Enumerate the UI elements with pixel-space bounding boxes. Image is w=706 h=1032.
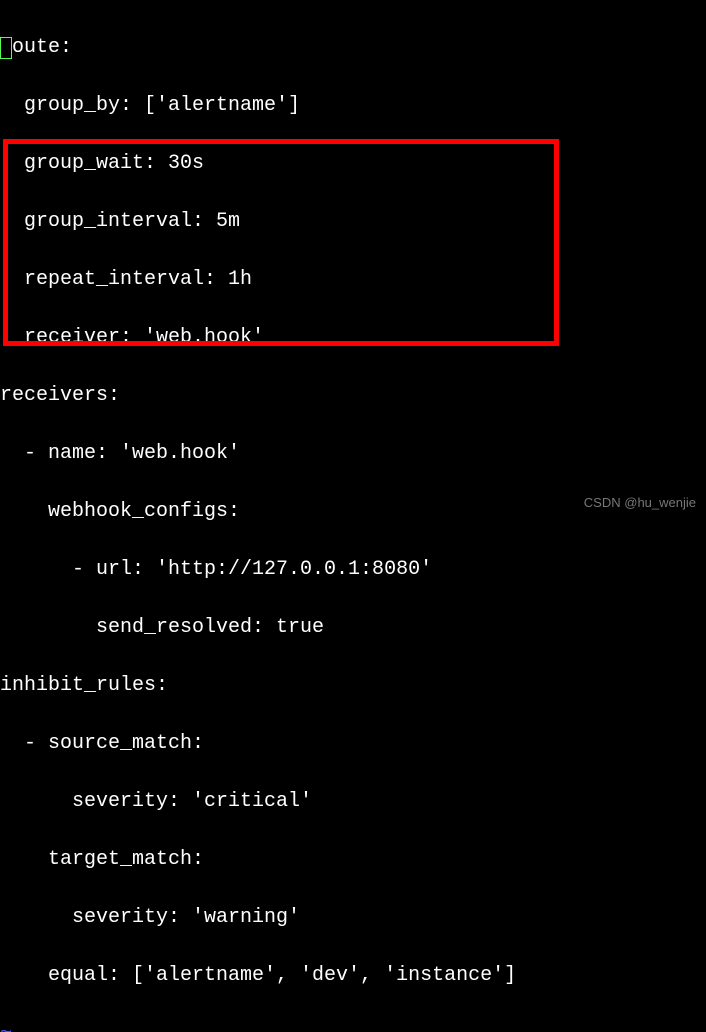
code-line: inhibit_rules: [0,671,706,700]
code-line: receivers: [0,381,706,410]
code-line: severity: 'warning' [0,903,706,932]
code-line: oute: [0,33,706,62]
watermark-text: CSDN @hu_wenjie [584,495,696,510]
code-line: group_wait: 30s [0,149,706,178]
code-line: group_interval: 5m [0,207,706,236]
code-line: receiver: 'web.hook' [0,323,706,352]
code-line: - url: 'http://127.0.0.1:8080' [0,555,706,584]
cursor [0,37,12,59]
code-line: severity: 'critical' [0,787,706,816]
vim-tilde: ~ [0,1019,706,1032]
code-line: equal: ['alertname', 'dev', 'instance'] [0,961,706,990]
code-line: target_match: [0,845,706,874]
code-line: group_by: ['alertname'] [0,91,706,120]
code-line: repeat_interval: 1h [0,265,706,294]
code-text: oute: [12,36,72,59]
code-line: - name: 'web.hook' [0,439,706,468]
terminal-output: oute: group_by: ['alertname'] group_wait… [0,4,706,1032]
code-line: send_resolved: true [0,613,706,642]
code-line: - source_match: [0,729,706,758]
